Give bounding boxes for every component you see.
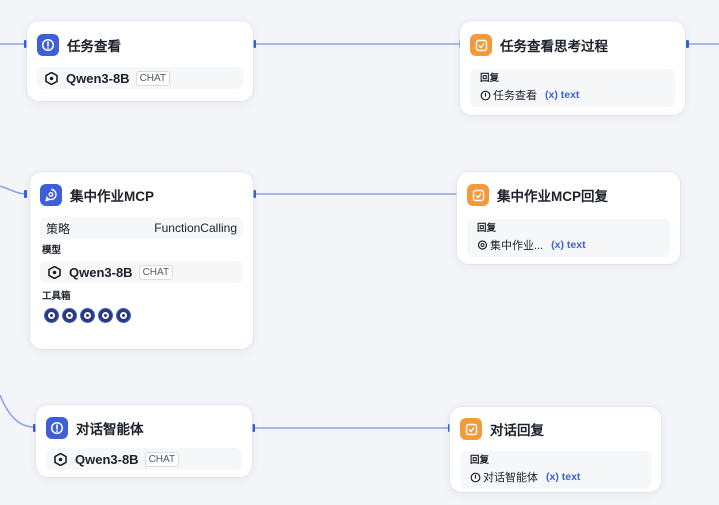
node-mcp-reply[interactable]: 集中作业MCP回复 回复 集中作业... (x) text bbox=[457, 172, 680, 264]
model-selector[interactable]: Qwen3-8B CHAT bbox=[46, 448, 242, 470]
ref-source: 对话智能体 bbox=[483, 472, 538, 484]
agent-ref-icon bbox=[480, 90, 491, 100]
model-name: Qwen3-8B bbox=[69, 264, 133, 280]
agent-icon bbox=[46, 417, 68, 439]
reply-field[interactable]: 回复 集中作业... (x) text bbox=[467, 219, 670, 257]
node-title: 对话回复 bbox=[490, 423, 544, 438]
port-out-task-view[interactable] bbox=[253, 40, 256, 48]
node-agent-reply[interactable]: 对话回复 回复 对话智能体 (x) text bbox=[450, 407, 661, 492]
reply-reference: 任务查看 (x) text bbox=[480, 87, 667, 103]
ref-source: 任务查看 bbox=[493, 90, 537, 102]
node-header: 对话回复 bbox=[450, 415, 661, 443]
reply-reference: 集中作业... (x) text bbox=[477, 237, 662, 253]
reply-icon bbox=[467, 184, 489, 206]
port-in-mcp[interactable] bbox=[24, 190, 27, 198]
mcp-icon bbox=[40, 184, 62, 206]
node-header: 集中作业MCP回复 bbox=[457, 181, 680, 209]
model-label: 模型 bbox=[42, 245, 62, 256]
agent-ref-icon bbox=[470, 472, 481, 482]
port-out-task-view-reply[interactable] bbox=[686, 40, 689, 48]
node-task-view-reply[interactable]: 任务查看思考过程 回复 任务查看 (x) text bbox=[460, 21, 685, 115]
tool-list bbox=[44, 308, 239, 323]
reply-label: 回复 bbox=[477, 223, 497, 234]
reply-icon bbox=[470, 34, 492, 56]
node-title: 集中作业MCP回复 bbox=[497, 189, 608, 204]
node-task-view[interactable]: 任务查看 Qwen3-8B CHAT bbox=[27, 21, 253, 101]
reply-reference: 对话智能体 (x) text bbox=[470, 469, 643, 485]
strategy-label: 策略 bbox=[46, 221, 71, 236]
reply-label: 回复 bbox=[470, 455, 490, 466]
tool-icon[interactable] bbox=[98, 308, 113, 323]
strategy-value: FunctionCalling bbox=[154, 221, 237, 235]
node-title: 对话智能体 bbox=[76, 422, 144, 437]
model-type-badge: CHAT bbox=[138, 264, 174, 280]
ref-variable: (x) text bbox=[545, 89, 580, 101]
ref-variable: (x) text bbox=[546, 471, 581, 483]
node-agent[interactable]: 对话智能体 Qwen3-8B CHAT bbox=[36, 405, 252, 477]
reply-label: 回复 bbox=[480, 73, 500, 84]
qwen-logo-icon bbox=[45, 71, 58, 85]
mcp-ref-icon bbox=[477, 239, 488, 250]
model-name: Qwen3-8B bbox=[66, 70, 130, 86]
tool-icon[interactable] bbox=[44, 308, 59, 323]
qwen-logo-icon bbox=[54, 452, 67, 466]
port-out-agent[interactable] bbox=[252, 424, 255, 432]
model-type-badge: CHAT bbox=[144, 451, 180, 467]
model-selector[interactable]: Qwen3-8B CHAT bbox=[40, 261, 243, 283]
reply-field[interactable]: 回复 对话智能体 (x) text bbox=[460, 451, 651, 489]
node-title: 任务查看 bbox=[67, 39, 121, 54]
edge-in-agent bbox=[0, 394, 35, 428]
reply-icon bbox=[460, 418, 482, 440]
node-header: 任务查看思考过程 bbox=[460, 31, 685, 59]
tool-icon[interactable] bbox=[80, 308, 95, 323]
tool-icon[interactable] bbox=[62, 308, 77, 323]
node-title: 集中作业MCP bbox=[70, 189, 154, 204]
workflow-canvas[interactable]: 任务查看 Qwen3-8B CHAT 任务查看思考过程 回复 任务查看 (x) … bbox=[0, 0, 719, 505]
strategy-field[interactable]: 策略 FunctionCalling bbox=[40, 217, 243, 239]
qwen-logo-icon bbox=[48, 265, 61, 279]
edge-in-mcp bbox=[0, 185, 27, 195]
node-header: 集中作业MCP bbox=[30, 181, 253, 209]
ref-variable: (x) text bbox=[551, 239, 586, 251]
reply-field[interactable]: 回复 任务查看 (x) text bbox=[470, 69, 675, 107]
agent-icon bbox=[37, 34, 59, 56]
node-title: 任务查看思考过程 bbox=[500, 39, 608, 54]
tool-icon[interactable] bbox=[116, 308, 131, 323]
ref-source: 集中作业... bbox=[490, 240, 544, 252]
node-header: 任务查看 bbox=[27, 31, 253, 59]
node-header: 对话智能体 bbox=[36, 414, 252, 442]
port-out-mcp[interactable] bbox=[253, 190, 256, 198]
model-type-badge: CHAT bbox=[135, 70, 171, 86]
model-name: Qwen3-8B bbox=[75, 451, 139, 467]
tools-label: 工具箱 bbox=[42, 291, 71, 302]
node-mcp[interactable]: 集中作业MCP 策略 FunctionCalling 模型 Qwen3-8B C… bbox=[30, 172, 253, 349]
model-selector[interactable]: Qwen3-8B CHAT bbox=[37, 67, 243, 89]
